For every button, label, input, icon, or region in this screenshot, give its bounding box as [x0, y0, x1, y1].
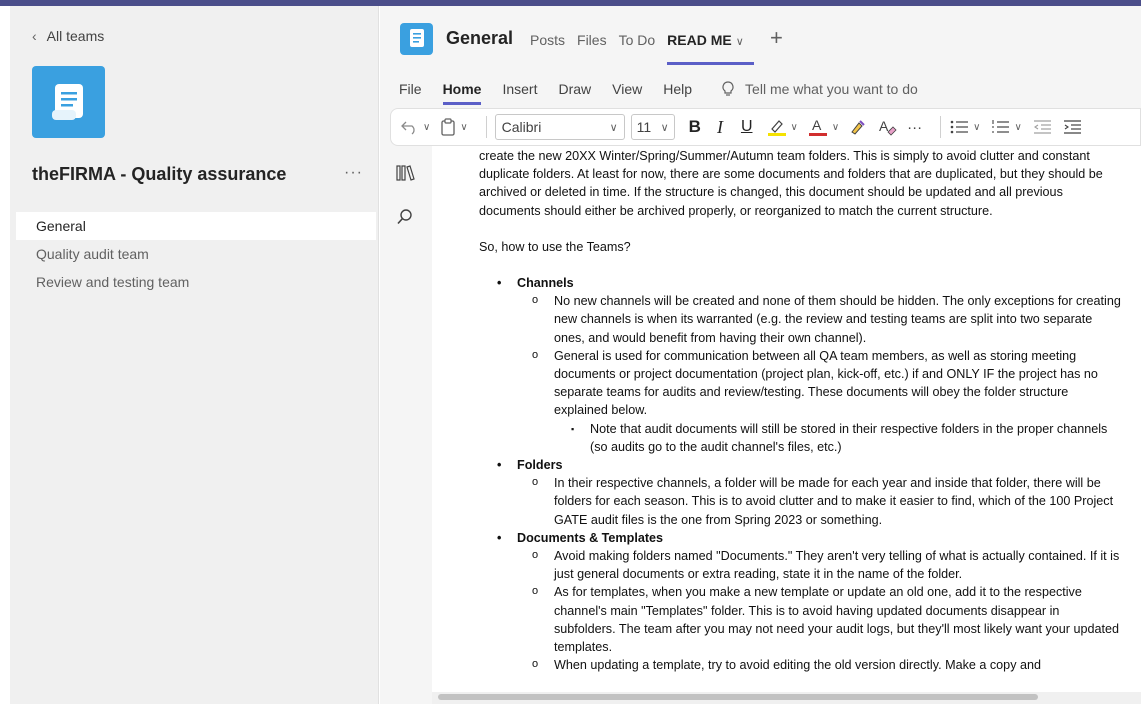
ribbon-menu: File Home Insert Draw View Help Tell me …	[380, 72, 1141, 106]
toolbar-divider	[940, 116, 942, 138]
tab-files[interactable]: Files	[577, 32, 607, 48]
formatting-toolbar: ∨ ∨ Calibri ∨ 11 ∨ B I U ∨ A ∨ A ··· ∨ ∨	[390, 108, 1141, 146]
list-item: Folders	[479, 456, 1124, 474]
channel-list: General Quality audit team Review and te…	[16, 212, 376, 296]
chevron-left-icon: ‹	[32, 28, 37, 44]
team-more-options-button[interactable]: ···	[344, 164, 363, 182]
list-item: Channels	[479, 274, 1124, 292]
clear-formatting-icon: A	[879, 118, 897, 136]
list-item: As for templates, when you make a new te…	[479, 582, 1124, 656]
font-size-select[interactable]: 11 ∨	[630, 114, 675, 140]
books-icon	[396, 165, 415, 181]
bold-button[interactable]: B	[689, 117, 701, 137]
chevron-down-icon: ∨	[1014, 121, 1022, 133]
font-family-value: Calibri	[501, 119, 542, 135]
chevron-down-icon: ∨	[831, 121, 840, 133]
document-scroll-icon	[409, 29, 424, 47]
list-item: General is used for communication betwee…	[479, 346, 1124, 420]
list-item: In their respective channels, a folder w…	[479, 473, 1124, 529]
tab-read-me[interactable]: READ ME ∨	[667, 32, 754, 65]
channel-item-quality-audit-team[interactable]: Quality audit team	[16, 240, 376, 268]
bulleted-list-icon	[950, 120, 969, 134]
increase-indent-icon	[1063, 120, 1081, 134]
toolbar-divider	[485, 116, 487, 138]
chevron-down-icon: ∨	[660, 121, 669, 134]
font-size-value: 11	[636, 119, 652, 135]
list-item: Note that audit documents will still be …	[479, 420, 1124, 456]
menu-file[interactable]: File	[399, 81, 422, 97]
horizontal-scrollbar[interactable]	[438, 694, 1038, 700]
tab-read-me-label: READ ME	[667, 32, 732, 48]
lightbulb-icon	[722, 81, 734, 96]
menu-insert[interactable]: Insert	[502, 81, 537, 97]
tell-me-search[interactable]: Tell me what you want to do	[721, 81, 918, 97]
numbering-button[interactable]: ∨	[990, 118, 1022, 136]
numbered-list-icon	[992, 120, 1010, 133]
format-painter-button[interactable]	[849, 118, 867, 136]
font-color-icon: A	[808, 118, 827, 136]
tell-me-label: Tell me what you want to do	[745, 81, 918, 97]
svg-text:A: A	[812, 118, 822, 133]
list-item: Avoid making folders named "Documents." …	[479, 546, 1124, 583]
chevron-down-icon: ∨	[609, 121, 618, 134]
document-canvas[interactable]: create the new 20XX Winter/Spring/Summer…	[432, 146, 1141, 694]
clipboard-icon	[441, 118, 455, 136]
document-body: create the new 20XX Winter/Spring/Summer…	[479, 147, 1124, 674]
svg-text:A: A	[879, 118, 889, 134]
list-item: Documents & Templates	[479, 529, 1124, 547]
question-paragraph: So, how to use the Teams?	[479, 239, 631, 254]
search-button[interactable]	[396, 208, 414, 231]
channel-icon	[400, 23, 433, 55]
italic-button[interactable]: I	[717, 117, 723, 138]
document-scroll-icon	[51, 84, 83, 120]
all-teams-link[interactable]: ‹ All teams	[32, 28, 104, 44]
increase-indent-button[interactable]	[1062, 118, 1082, 136]
highlight-button[interactable]: ∨	[767, 118, 798, 136]
list-item: No new channels will be created and none…	[479, 291, 1124, 347]
chevron-down-icon: ∨	[460, 121, 468, 133]
more-formatting-button[interactable]: ···	[907, 119, 922, 136]
section-heading: Channels	[517, 276, 574, 291]
document-side-rail	[380, 146, 432, 704]
add-tab-button[interactable]: +	[770, 25, 783, 51]
underline-button[interactable]: U	[741, 118, 753, 136]
tab-posts[interactable]: Posts	[530, 32, 565, 48]
all-teams-label: All teams	[46, 28, 105, 44]
menu-help[interactable]: Help	[663, 81, 692, 97]
bullets-button[interactable]: ∨	[949, 118, 980, 136]
menu-view[interactable]: View	[612, 81, 642, 97]
team-name: theFIRMA - Quality assurance	[32, 164, 287, 184]
chevron-down-icon: ∨	[790, 121, 798, 133]
clear-formatting-button[interactable]: A	[877, 118, 897, 136]
menu-draw[interactable]: Draw	[558, 81, 591, 97]
undo-icon	[401, 121, 415, 135]
team-avatar	[32, 66, 105, 138]
chevron-down-icon: ∨	[735, 36, 744, 48]
undo-button[interactable]: ∨	[401, 119, 430, 135]
font-family-select[interactable]: Calibri ∨	[494, 114, 625, 140]
channel-main: General Posts Files To Do READ ME ∨ + Fil…	[380, 6, 1141, 704]
section-heading: Documents & Templates	[517, 530, 664, 545]
team-sidebar: ‹ All teams theFIRMA - Quality assurance…	[10, 6, 379, 704]
paste-button[interactable]: ∨	[440, 118, 468, 136]
intro-paragraph: create the new 20XX Winter/Spring/Summer…	[479, 149, 1103, 218]
tab-to-do[interactable]: To Do	[619, 32, 656, 48]
channel-title: General	[446, 28, 514, 48]
decrease-indent-button[interactable]	[1032, 118, 1052, 136]
chevron-down-icon: ∨	[423, 121, 431, 133]
list-item: When updating a template, try to avoid e…	[479, 655, 1124, 674]
highlighter-icon	[767, 120, 786, 136]
section-heading: Folders	[517, 458, 563, 473]
font-color-button[interactable]: A ∨	[808, 118, 839, 136]
decrease-indent-icon	[1033, 120, 1051, 134]
channel-item-review-and-testing-team[interactable]: Review and testing team	[16, 268, 376, 296]
chevron-down-icon: ∨	[973, 121, 981, 133]
format-painter-icon	[851, 120, 865, 135]
channel-header: General Posts Files To Do READ ME ∨ +	[380, 6, 1141, 66]
library-books-icon[interactable]	[396, 164, 416, 187]
search-icon	[397, 209, 412, 225]
menu-home[interactable]: Home	[442, 81, 481, 105]
channel-tabs: Posts Files To Do READ ME ∨	[530, 32, 756, 65]
channel-item-general[interactable]: General	[16, 212, 376, 240]
